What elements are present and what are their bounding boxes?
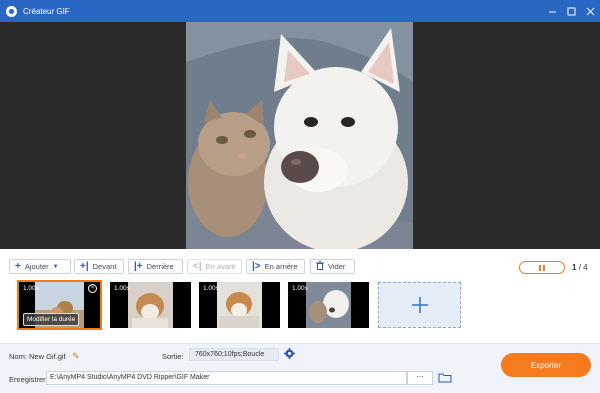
output-label: Sortie: (162, 352, 184, 361)
maximize-button[interactable] (562, 0, 581, 22)
output-format-field[interactable]: 760x760;10fps;Boucle (189, 348, 279, 361)
browse-button[interactable]: ··· (407, 371, 433, 385)
add-frame-button[interactable] (378, 282, 461, 328)
close-icon (586, 7, 595, 15)
gif-name-value: New Gif.gif (29, 352, 66, 361)
edit-duration-button[interactable]: Modifier la durée (23, 313, 80, 326)
preview-area (0, 22, 600, 249)
gear-icon[interactable] (284, 348, 295, 359)
maximize-icon (567, 7, 576, 15)
frame-thumbnail[interactable]: 1.00s (110, 282, 191, 328)
move-forward-icon: <| (193, 260, 202, 272)
frame-counter: 1 / 4 (572, 263, 588, 272)
app-logo-icon (6, 5, 17, 17)
open-folder-icon[interactable] (438, 372, 452, 383)
pause-icon (539, 264, 541, 271)
add-button[interactable]: + Ajouter ▼ (9, 259, 71, 274)
remove-frame-icon[interactable]: × (88, 284, 97, 293)
minimize-icon (549, 11, 556, 12)
close-button[interactable] (581, 0, 600, 22)
move-forward-button[interactable]: <| En avant (187, 259, 242, 274)
move-behind-icon: |+ (134, 260, 143, 272)
save-path-field[interactable]: E:\AnyMP4 Studio\AnyMP4 DVD Ripper\GIF M… (46, 371, 407, 385)
minimize-button[interactable] (543, 0, 562, 22)
trash-icon (316, 261, 324, 272)
preview-image (186, 22, 413, 249)
title-bar: Créateur GIF (0, 0, 600, 22)
save-label: Enregistrer: (9, 375, 48, 384)
empty-button[interactable]: Vider (310, 259, 355, 274)
move-behind-button[interactable]: |+ Derrière (128, 259, 183, 274)
pencil-icon[interactable]: ✎ (72, 351, 80, 362)
move-front-icon: +| (80, 260, 89, 272)
window-title: Créateur GIF (23, 6, 70, 16)
frame-thumbnail[interactable]: 1.00s (199, 282, 280, 328)
move-backward-button[interactable]: |> En arrière (246, 259, 305, 274)
plus-icon (411, 297, 428, 313)
name-label: Nom: (9, 352, 27, 361)
plus-icon: + (15, 260, 21, 272)
frame-thumbnail[interactable]: 1.00s (288, 282, 369, 328)
move-backward-icon: |> (252, 260, 261, 272)
dropdown-arrow-icon: ▼ (52, 263, 59, 270)
export-button[interactable]: Exporter (501, 353, 591, 377)
output-settings-bar: Nom: New Gif.gif ✎ Sortie: 760x760;10fps… (0, 343, 600, 393)
pause-button[interactable] (519, 261, 565, 274)
move-front-button[interactable]: +| Devant (74, 259, 124, 274)
frame-thumbnail[interactable]: 1.00s × Modifier la durée (17, 280, 102, 330)
